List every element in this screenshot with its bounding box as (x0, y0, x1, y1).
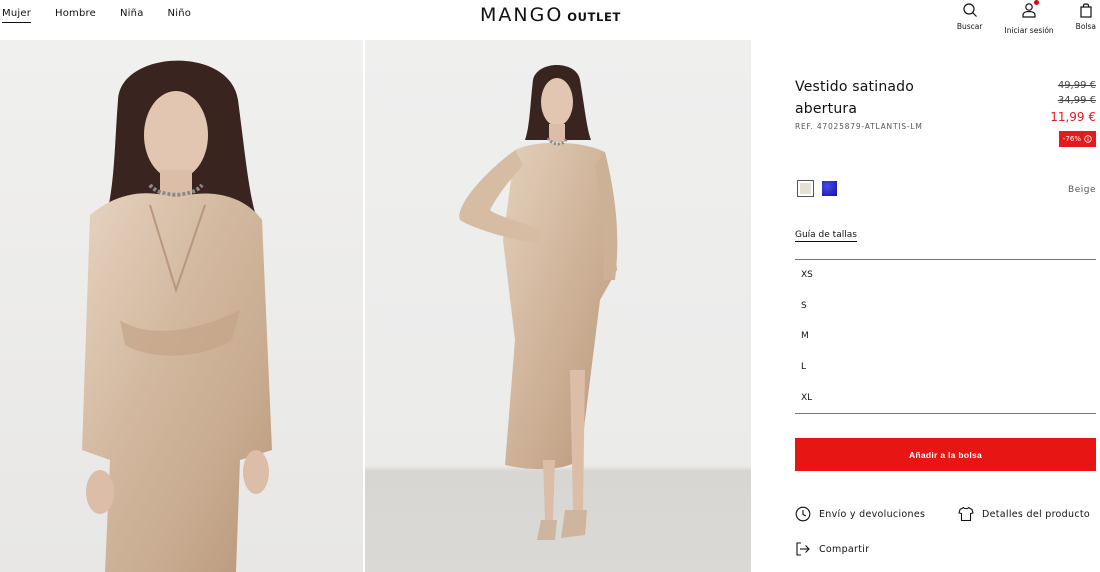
share-label: Compartir (819, 543, 870, 555)
product-photo-front[interactable] (0, 40, 363, 572)
main-nav: Mujer Hombre Niña Niño (2, 8, 215, 23)
color-swatch-blue[interactable] (822, 181, 837, 196)
size-guide-link[interactable]: Guía de tallas (795, 230, 857, 242)
shipping-label: Envío y devoluciones (819, 508, 926, 520)
nav-mujer[interactable]: Mujer (2, 8, 32, 23)
header-tools: Buscar Iniciar sesión Bolsa (935, 0, 1096, 35)
nav-nina[interactable]: Niña (120, 8, 144, 23)
discount-label: -76% (1062, 135, 1081, 143)
nav-nino[interactable]: Niño (168, 8, 192, 23)
login-label: Iniciar sesión (1004, 26, 1054, 35)
size-option-xs[interactable]: XS (795, 260, 1096, 291)
current-price: 11,99 € (1050, 110, 1096, 124)
site-header: Mujer Hombre Niña Niño MANGO OUTLET Busc… (0, 0, 1100, 40)
product-ref: REF. 47025879-ATLANTIS-LM (795, 122, 923, 131)
size-option-s[interactable]: S (795, 291, 1096, 322)
price-block: 49,99 € 34,99 € 11,99 € -76% (1050, 78, 1096, 147)
bag-icon (1080, 3, 1092, 18)
swatch-fill (800, 183, 811, 194)
share-link[interactable]: Compartir (795, 541, 869, 557)
clock-icon (795, 506, 811, 522)
product-info-panel: Vestido satinado abertura REF. 47025879-… (751, 40, 1100, 572)
login-button[interactable]: Iniciar sesión (1004, 0, 1054, 35)
bag-label: Bolsa (1075, 22, 1096, 31)
selected-color-name: Beige (1068, 185, 1096, 195)
product-title: Vestido satinado abertura (795, 79, 915, 117)
product-details-link[interactable]: Detalles del producto (958, 506, 1090, 522)
model-illustration-full (459, 65, 618, 540)
size-option-m[interactable]: M (795, 321, 1096, 352)
search-button[interactable]: Buscar (956, 0, 983, 35)
add-to-bag-button[interactable]: Añadir a la bolsa (795, 438, 1096, 471)
product-photo-full[interactable] (365, 40, 751, 572)
model-illustration (82, 60, 272, 572)
original-price: 49,99 € (1057, 80, 1096, 91)
share-icon (796, 542, 810, 556)
mango-outlet-logo[interactable]: MANGO OUTLET (480, 4, 621, 26)
bag-button[interactable]: Bolsa (1076, 0, 1096, 35)
discount-badge[interactable]: -76% (1058, 131, 1096, 147)
notification-dot (1034, 0, 1040, 5)
previous-price: 34,99 € (1057, 95, 1096, 106)
logo-brand: MANGO (480, 4, 564, 26)
info-icon (1084, 135, 1092, 143)
color-swatch-beige[interactable] (797, 180, 814, 197)
search-icon (963, 3, 977, 17)
shipping-returns-link[interactable]: Envío y devoluciones (795, 506, 925, 522)
search-label: Buscar (956, 22, 983, 31)
logo-outlet: OUTLET (567, 10, 621, 24)
details-label: Detalles del producto (982, 508, 1090, 520)
nav-hombre[interactable]: Hombre (55, 8, 96, 23)
size-option-l[interactable]: L (795, 352, 1096, 383)
tshirt-icon (958, 506, 974, 522)
size-option-xl[interactable]: XL (795, 382, 1096, 413)
size-list: XS S M L XL (795, 259, 1096, 414)
